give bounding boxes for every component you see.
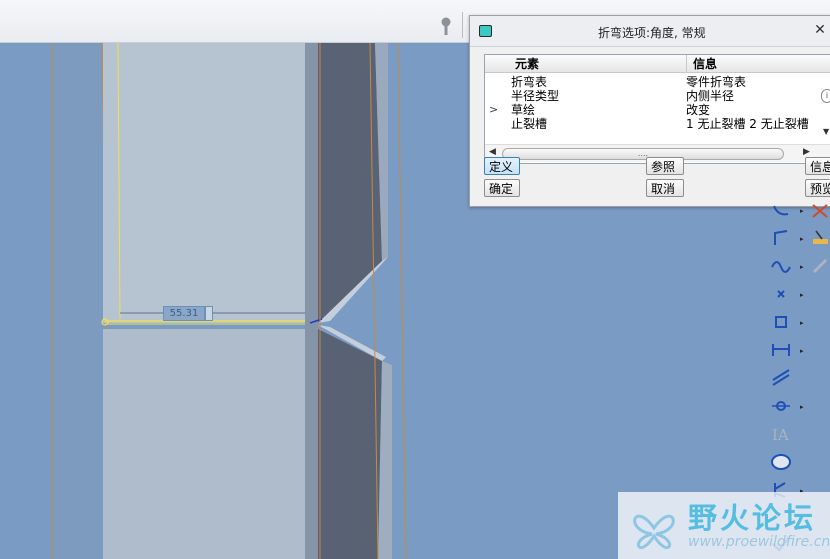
scroll-left-icon[interactable]: ◀ (489, 147, 496, 157)
column-header-element[interactable]: 元素 (485, 55, 686, 73)
watermark-url: www.proewildfire.cn (688, 534, 830, 550)
dialog-title: 折弯选项:角度, 常规 (598, 26, 706, 40)
svg-text:IA: IA (772, 426, 789, 444)
chevron-right-icon[interactable]: ▸ (800, 291, 804, 299)
chevron-right-icon[interactable]: ▸ (800, 403, 804, 411)
table-row[interactable]: 半径类型 内侧半径 (485, 89, 830, 103)
curve-arrow-icon[interactable] (770, 200, 792, 222)
watermark: 野火论坛 www.proewildfire.cn (618, 492, 830, 559)
preview-button[interactable]: 预览 (805, 179, 830, 197)
dialog-app-icon (479, 25, 492, 37)
cancel-button[interactable]: 取消 (646, 179, 684, 197)
chevron-right-icon[interactable]: ▸ (800, 263, 804, 271)
palette-icon[interactable] (770, 451, 792, 473)
trim-icon[interactable] (810, 200, 830, 222)
info-icon[interactable]: i (821, 89, 830, 103)
butterfly-logo-icon (633, 514, 675, 549)
chevron-right-icon[interactable]: ▸ (800, 235, 804, 243)
watermark-title: 野火论坛 (688, 501, 817, 535)
scroll-down-icon[interactable]: ▼ (823, 127, 829, 136)
dialog-title-bar[interactable]: 折弯选项:角度, 常规 ✕ (470, 16, 830, 47)
column-header-info[interactable]: 信息 (686, 55, 830, 73)
offset-icon[interactable] (770, 311, 792, 333)
row-info: 内侧半径 (686, 89, 735, 103)
chevron-right-icon[interactable]: ▸ (800, 347, 804, 355)
line-icon[interactable] (770, 227, 792, 249)
toolbar-separator (462, 12, 463, 38)
row-info: 零件折弯表 (686, 75, 747, 89)
ok-button[interactable]: 确定 (484, 179, 520, 197)
scroll-right-icon[interactable]: ▶ (803, 147, 810, 157)
row-element: 半径类型 (511, 89, 560, 103)
dimension-drag-handle[interactable] (205, 306, 213, 321)
table-row[interactable]: 止裂槽 1 无止裂槽 2 无止裂槽 (485, 117, 830, 129)
table-row[interactable]: > 草绘 改变 (485, 103, 830, 117)
bend-options-dialog: 折弯选项:角度, 常规 ✕ 元素 信息 折弯表 零件折弯表 半径类型 内侧半径 … (469, 15, 830, 207)
chain-icon (812, 258, 828, 274)
spline-icon[interactable] (770, 255, 792, 277)
define-button[interactable]: 定义 (484, 157, 520, 175)
row-element: 折弯表 (511, 75, 548, 89)
text-icon: IA (772, 426, 789, 444)
chevron-right-icon[interactable]: ▸ (800, 207, 804, 215)
point-icon[interactable] (770, 283, 792, 305)
row-info: 1 无止裂槽 2 无止裂槽 (686, 117, 809, 129)
dimension-icon[interactable] (770, 339, 792, 361)
scrollbar-thumb[interactable]: .... (502, 148, 784, 160)
references-button[interactable]: 参照 (646, 157, 684, 175)
circle-point-icon[interactable] (770, 395, 792, 417)
row-element: 草绘 (511, 103, 536, 117)
element-info-table: 元素 信息 折弯表 零件折弯表 半径类型 内侧半径 > 草绘 改变 止裂槽 1 … (484, 54, 830, 164)
close-icon[interactable]: ✕ (809, 20, 830, 40)
chevron-right-icon[interactable]: > (489, 103, 498, 117)
vertical-scrollbar[interactable]: i ▼ (821, 75, 830, 143)
table-row[interactable]: 折弯表 零件折弯表 (485, 75, 830, 89)
pin-icon[interactable] (439, 16, 453, 36)
row-element: 止裂槽 (511, 117, 548, 129)
chevron-right-icon[interactable]: ▸ (800, 319, 804, 327)
ruler-icon[interactable] (810, 227, 830, 249)
row-info: 改变 (686, 103, 711, 117)
info-button[interactable]: 信息 (805, 157, 830, 175)
dimension-value[interactable]: 55.31 (163, 306, 205, 321)
constraint-icon[interactable] (770, 367, 792, 389)
